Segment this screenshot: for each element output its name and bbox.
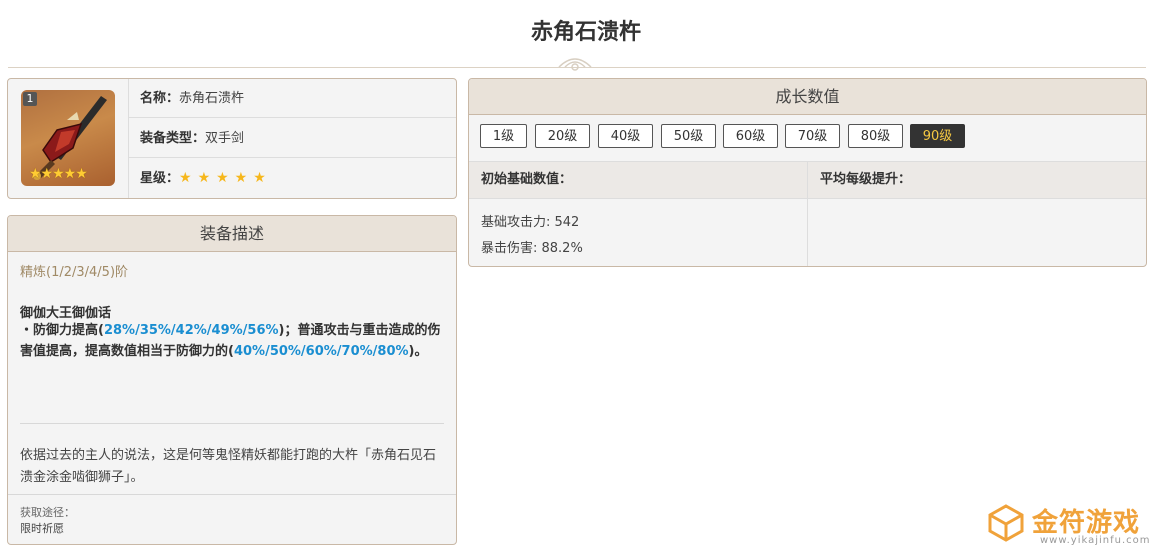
rarity-label: 星级：	[140, 171, 180, 186]
watermark-url: www.yikajinfu.com	[1040, 535, 1151, 546]
level-button-50[interactable]: 50级	[661, 124, 716, 148]
description-panel: 装备描述 精炼(1/2/3/4/5)阶 御伽大王御伽话 ・防御力提高(28%/3…	[7, 215, 457, 545]
name-value: 赤角石溃杵	[179, 91, 245, 106]
type-label: 装备类型：	[140, 131, 206, 146]
level-button-70[interactable]: 70级	[785, 124, 840, 148]
level-button-20[interactable]: 20级	[535, 124, 590, 148]
refinement-label: 精炼(1/2/3/4/5)阶	[20, 265, 129, 280]
description-header: 装备描述	[8, 216, 456, 252]
info-row-rarity: 星级：★★★★★	[129, 159, 456, 198]
info-row-name: 名称：赤角石溃杵	[129, 79, 456, 118]
rank-badge: 1	[23, 92, 37, 106]
level-button-60[interactable]: 60级	[723, 124, 778, 148]
weapon-thumbnail: 1 ★★★★★	[21, 90, 115, 186]
source-value: 限时祈愿	[20, 522, 64, 535]
level-button-40[interactable]: 40级	[598, 124, 653, 148]
skill-values-defense: 28%/35%/42%/49%/56%	[103, 323, 279, 338]
skill-values-damage: 40%/50%/60%/70%/80%	[233, 344, 409, 359]
type-value: 双手剑	[205, 131, 245, 146]
level-selector: 1级 20级 40级 50级 60级 70级 80级 90级	[469, 115, 1146, 162]
level-button-90[interactable]: 90级	[910, 124, 965, 148]
rarity-stars: ★★★★★	[179, 170, 272, 186]
lore-text: 依据过去的主人的说法，这是何等鬼怪精妖都能打跑的大杵「赤角石见石溃金涂金啮御狮子…	[20, 448, 437, 485]
info-row-type: 装备类型：双手剑	[129, 119, 456, 158]
skill-description: ・防御力提高(28%/35%/42%/49%/56%)；普通攻击与重击造成的伤害…	[20, 320, 445, 362]
weapon-info-panel: 1 ★★★★★ 名称：赤角石溃杵 装备类型：双手剑 星级：★★★★★	[7, 78, 457, 199]
page-title: 赤角石溃杵	[530, 20, 641, 45]
skill-name: 御伽大王御伽话	[20, 306, 112, 321]
description-divider	[20, 423, 444, 424]
skill-text-part3: )。	[408, 344, 428, 359]
source-label: 获取途径：	[20, 506, 75, 519]
growth-panel: 成长数值 1级 20级 40级 50级 60级 70级 80级 90级 初始基础…	[468, 78, 1147, 267]
growth-header: 成长数值	[469, 79, 1146, 115]
thumbnail-rarity-stars: ★★★★★	[29, 166, 88, 182]
name-label: 名称：	[140, 91, 180, 106]
stat-crit-damage: 暴击伤害: 88.2%	[481, 241, 583, 256]
stat-base-attack: 基础攻击力: 542	[481, 215, 580, 230]
stats-column-divider	[807, 162, 808, 266]
divider-ornament-icon	[558, 58, 592, 71]
level-button-1[interactable]: 1级	[480, 124, 527, 148]
watermark-brand: 金符游戏	[1032, 508, 1141, 538]
weapon-thumbnail-cell: 1 ★★★★★	[8, 79, 129, 198]
base-stats-heading: 初始基础数值：	[481, 172, 573, 187]
level-button-80[interactable]: 80级	[848, 124, 903, 148]
watermark-cube-icon	[988, 504, 1024, 542]
skill-text-part1: ・防御力提高(	[20, 323, 104, 338]
per-level-heading: 平均每级提升：	[820, 172, 912, 187]
source-box: 获取途径： 限时祈愿	[8, 494, 456, 544]
